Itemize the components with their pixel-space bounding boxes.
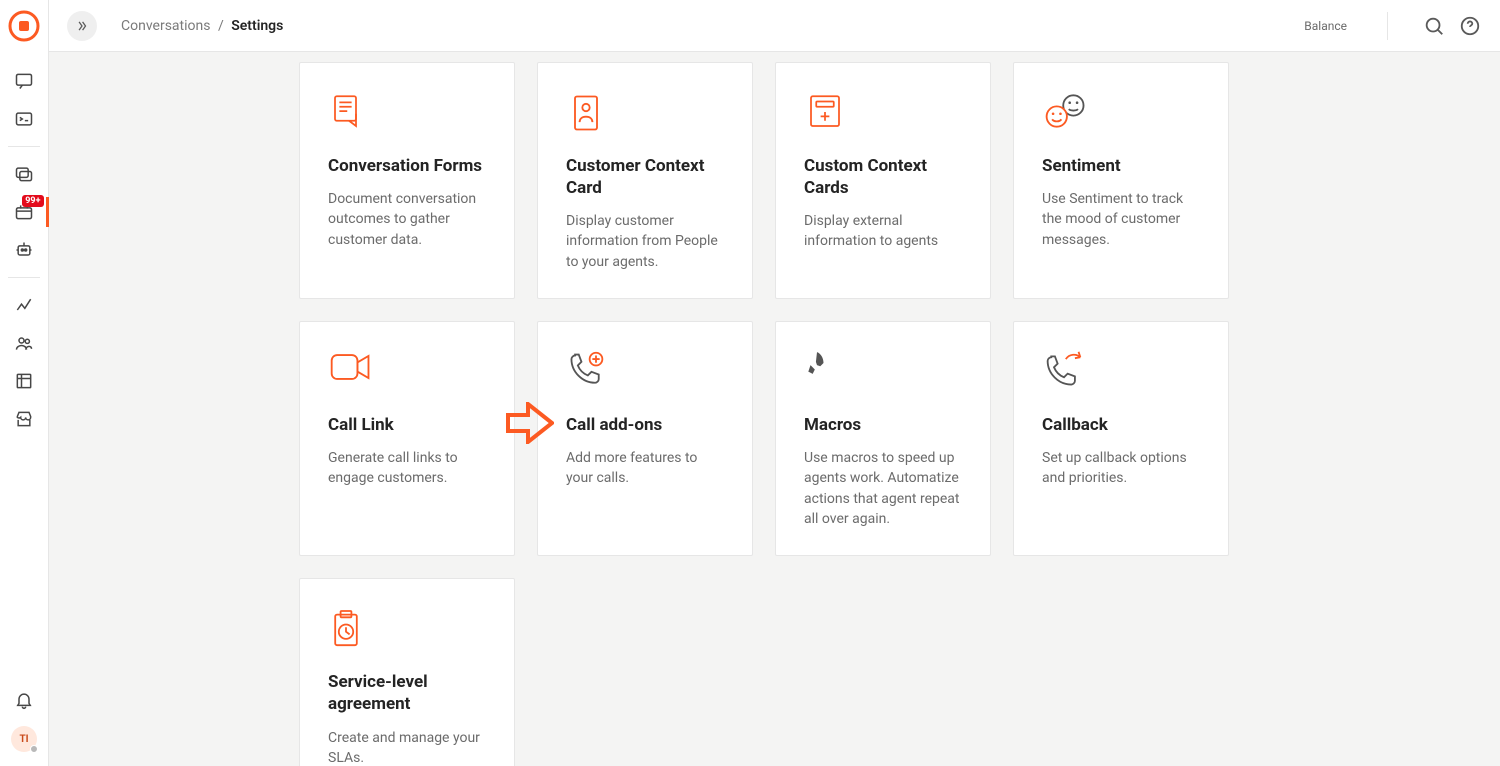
card-call-link[interactable]: Call Link Generate call links to engage … [299, 321, 515, 556]
clipboard-clock-icon [328, 607, 486, 649]
nav-console[interactable] [0, 100, 49, 138]
card-title: Call add-ons [566, 414, 724, 436]
balance-label[interactable]: Balance [1304, 19, 1347, 33]
callback-icon [1042, 350, 1200, 392]
call-plus-icon [566, 350, 724, 392]
user-avatar[interactable]: TI [11, 726, 37, 752]
card-desc: Document conversation outcomes to gather… [328, 189, 486, 250]
nav-reports[interactable] [0, 362, 49, 400]
card-conversation-forms[interactable]: Conversation Forms Document conversation… [299, 62, 515, 299]
card-title: Service-level agreement [328, 671, 486, 715]
avatar-initials: TI [19, 734, 28, 745]
nav-people[interactable] [0, 324, 49, 362]
card-title: Sentiment [1042, 155, 1200, 177]
card-desc: Use macros to speed up agents work. Auto… [804, 448, 962, 529]
breadcrumb-parent[interactable]: Conversations [121, 18, 210, 34]
card-title: Custom Context Cards [804, 155, 962, 199]
main-content: Conversation Forms Document conversation… [49, 52, 1500, 766]
card-title: Customer Context Card [566, 155, 724, 199]
breadcrumb-separator: / [218, 18, 224, 34]
card-callback[interactable]: Callback Set up callback options and pri… [1013, 321, 1229, 556]
breadcrumb-current: Settings [231, 18, 283, 34]
help-button[interactable] [1458, 14, 1482, 38]
card-sentiment[interactable]: Sentiment Use Sentiment to track the moo… [1013, 62, 1229, 299]
card-custom-context-cards[interactable]: Custom Context Cards Display external in… [775, 62, 991, 299]
nav-notifications[interactable] [0, 686, 49, 714]
nav-inboxes[interactable] [0, 155, 49, 193]
top-bar: Conversations / Settings Balance [49, 0, 1500, 52]
nav-badge: 99+ [22, 195, 43, 207]
video-call-icon [328, 350, 486, 392]
card-title: Macros [804, 414, 962, 436]
custom-card-icon [804, 91, 962, 133]
card-desc: Display external information to agents [804, 211, 962, 252]
nav-store[interactable] [0, 400, 49, 438]
card-title: Callback [1042, 414, 1200, 436]
search-button[interactable] [1422, 14, 1446, 38]
card-desc: Set up callback options and priorities. [1042, 448, 1200, 489]
card-title: Call Link [328, 414, 486, 436]
nav-bot[interactable] [0, 231, 49, 269]
id-card-icon [566, 91, 724, 133]
card-desc: Display customer information from People… [566, 211, 724, 272]
card-call-add-ons[interactable]: Call add-ons Add more features to your c… [537, 321, 753, 556]
nav-settings-active[interactable]: 99+ [0, 193, 49, 231]
card-desc: Add more features to your calls. [566, 448, 724, 489]
card-customer-context-card[interactable]: Customer Context Card Display customer i… [537, 62, 753, 299]
form-icon [328, 91, 486, 133]
left-rail: 99+ TI [0, 0, 49, 766]
breadcrumb: Conversations / Settings [121, 18, 283, 34]
sidebar-toggle-button[interactable] [67, 11, 97, 41]
card-desc: Generate call links to engage customers. [328, 448, 486, 489]
card-sla[interactable]: Service-level agreement Create and manag… [299, 578, 515, 766]
card-title: Conversation Forms [328, 155, 486, 177]
nav-analytics[interactable] [0, 286, 49, 324]
brand-logo[interactable] [8, 10, 40, 42]
card-desc: Create and manage your SLAs. [328, 728, 486, 766]
nav-conversations[interactable] [0, 62, 49, 100]
card-desc: Use Sentiment to track the mood of custo… [1042, 189, 1200, 250]
topbar-divider [1387, 12, 1388, 40]
sentiment-icon [1042, 91, 1200, 133]
rocket-icon [804, 350, 962, 392]
presence-dot [30, 745, 38, 753]
card-macros[interactable]: Macros Use macros to speed up agents wor… [775, 321, 991, 556]
